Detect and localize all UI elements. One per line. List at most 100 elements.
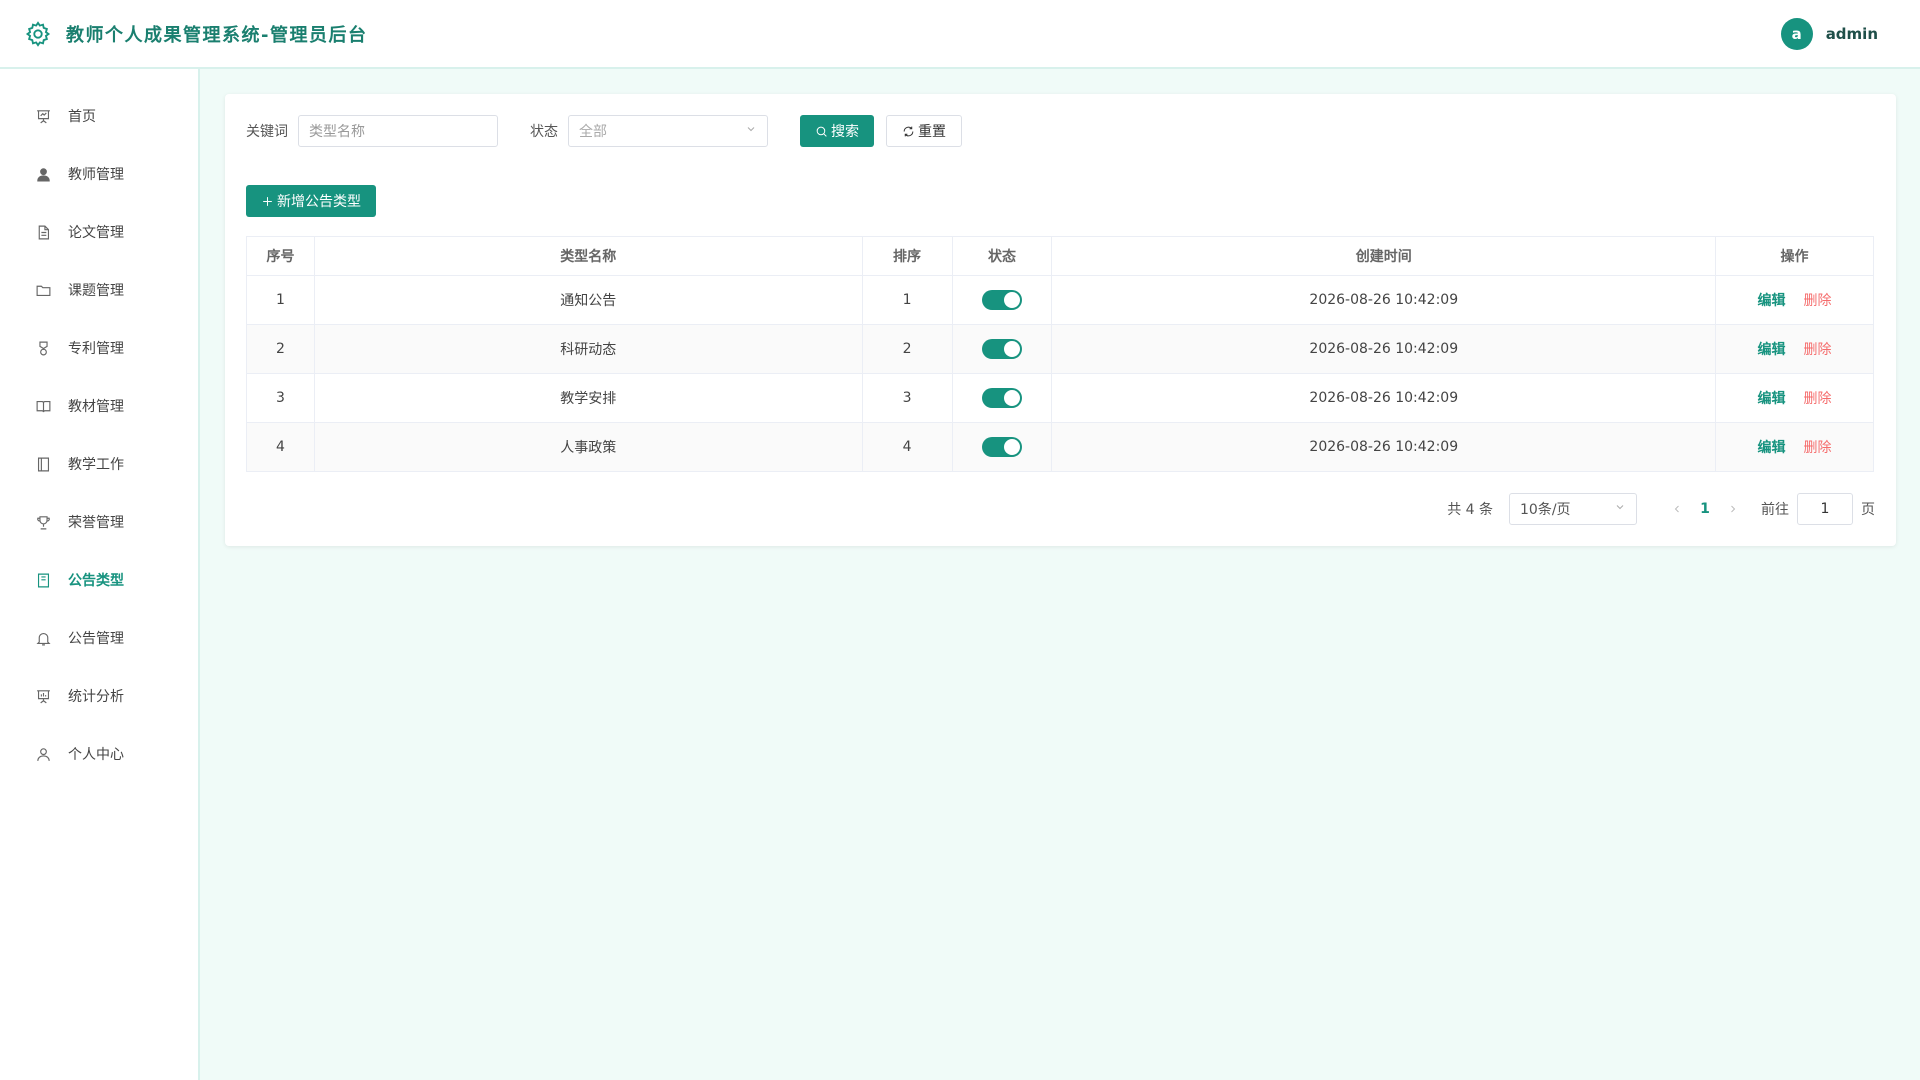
- search-button-label: 搜索: [831, 124, 859, 140]
- content-card: 关键词 类型名称 状态 全部 搜索 重置 新增公告类型 序号 类型名称 排序 状…: [225, 94, 1896, 546]
- bell-icon: [35, 630, 52, 647]
- cell-created: 2026-08-26 10:42:09: [1051, 422, 1717, 472]
- sidebar-item-label: 教师管理: [68, 167, 124, 183]
- sidebar-item-teaching[interactable]: 教学工作: [0, 435, 198, 493]
- delete-button[interactable]: 删除: [1804, 440, 1832, 456]
- cell-status: [951, 422, 1053, 472]
- refresh-icon: [903, 126, 914, 136]
- sidebar-item-label: 公告管理: [68, 631, 124, 647]
- sidebar-item-home[interactable]: 首页: [0, 87, 198, 145]
- next-page-button[interactable]: [1719, 503, 1747, 515]
- table-header-row: 序号 类型名称 排序 状态 创建时间 操作: [246, 236, 1874, 276]
- table-row: 4 人事政策 4 2026-08-26 10:42:09 编辑 删除: [246, 422, 1874, 472]
- page-size-value: 10条/页: [1520, 502, 1571, 518]
- status-toggle[interactable]: [981, 290, 1022, 310]
- cell-actions: 编辑 删除: [1715, 324, 1874, 374]
- sidebar-item-notices[interactable]: 公告管理: [0, 609, 198, 667]
- edit-button[interactable]: 编辑: [1758, 440, 1786, 456]
- search-button[interactable]: 搜索: [800, 115, 874, 147]
- cell-created: 2026-08-26 10:42:09: [1051, 373, 1717, 423]
- cell-created: 2026-08-26 10:42:09: [1051, 324, 1717, 374]
- sidebar-item-label: 论文管理: [68, 225, 124, 241]
- plus-icon: [263, 196, 272, 206]
- notice-type-table: 序号 类型名称 排序 状态 创建时间 操作 1 通知公告 1 2026-08-2…: [246, 236, 1874, 472]
- sidebar-item-label: 统计分析: [68, 689, 124, 705]
- page-number[interactable]: 1: [1691, 501, 1719, 517]
- status-toggle[interactable]: [981, 437, 1022, 457]
- delete-button[interactable]: 删除: [1804, 293, 1832, 309]
- edit-button[interactable]: 编辑: [1758, 391, 1786, 407]
- edit-button[interactable]: 编辑: [1758, 342, 1786, 358]
- table-row: 2 科研动态 2 2026-08-26 10:42:09 编辑 删除: [246, 324, 1874, 374]
- delete-button[interactable]: 删除: [1804, 342, 1832, 358]
- cell-name: 科研动态: [313, 324, 863, 374]
- cell-status: [951, 275, 1053, 325]
- sidebar-item-label: 专利管理: [68, 341, 124, 357]
- keyword-label: 关键词: [246, 124, 288, 140]
- column-header: 类型名称: [313, 236, 863, 276]
- cell-actions: 编辑 删除: [1715, 422, 1874, 472]
- sidebar-item-projects[interactable]: 课题管理: [0, 261, 198, 319]
- cell-index: 2: [246, 324, 315, 374]
- sidebar: 首页 教师管理 论文管理 课题管理 专利管理 教材管理 教学工作 荣誉管理 公告…: [0, 69, 200, 1080]
- cell-status: [951, 324, 1053, 374]
- delete-button[interactable]: 删除: [1804, 391, 1832, 407]
- trophy-icon: [35, 514, 52, 531]
- table-row: 1 通知公告 1 2026-08-26 10:42:09 编辑 删除: [246, 275, 1874, 325]
- cell-sort: 2: [861, 324, 953, 374]
- app-title: 教师个人成果管理系统-管理员后台: [66, 24, 368, 46]
- gear-icon: [24, 20, 52, 48]
- sidebar-item-papers[interactable]: 论文管理: [0, 203, 198, 261]
- status-toggle[interactable]: [981, 388, 1022, 408]
- sidebar-item-textbooks[interactable]: 教材管理: [0, 377, 198, 435]
- cell-name: 人事政策: [313, 422, 863, 472]
- sidebar-item-patents[interactable]: 专利管理: [0, 319, 198, 377]
- username[interactable]: admin: [1826, 25, 1878, 43]
- keyword-input[interactable]: 类型名称: [298, 115, 498, 147]
- sidebar-item-label: 公告类型: [68, 573, 124, 589]
- sidebar-item-label: 个人中心: [68, 747, 124, 763]
- brand: 教师个人成果管理系统-管理员后台: [24, 20, 367, 48]
- user-menu[interactable]: a admin: [1780, 17, 1896, 50]
- add-notice-type-button[interactable]: 新增公告类型: [246, 185, 376, 217]
- page-suffix: 页: [1861, 502, 1875, 518]
- pagination-total: 共 4 条: [1447, 502, 1493, 518]
- sidebar-item-teachers[interactable]: 教师管理: [0, 145, 198, 203]
- sidebar-item-honors[interactable]: 荣誉管理: [0, 493, 198, 551]
- goto-page-input[interactable]: 1: [1797, 493, 1853, 525]
- reset-button-label: 重置: [918, 124, 946, 140]
- column-header: 序号: [246, 236, 315, 276]
- cell-index: 4: [246, 422, 315, 472]
- cell-status: [951, 373, 1053, 423]
- sidebar-item-statistics[interactable]: 统计分析: [0, 667, 198, 725]
- pagination: 共 4 条 10条/页 1 前往 1 页: [1447, 493, 1875, 525]
- folder-icon: [35, 282, 52, 299]
- user-filled-icon: [35, 166, 52, 183]
- sidebar-item-label: 教学工作: [68, 457, 124, 473]
- prev-page-button[interactable]: [1663, 503, 1691, 515]
- avatar[interactable]: a: [1780, 17, 1813, 50]
- edit-button[interactable]: 编辑: [1758, 293, 1786, 309]
- filter-bar: 关键词 类型名称 状态 全部 搜索 重置: [246, 115, 962, 147]
- sidebar-item-profile[interactable]: 个人中心: [0, 725, 198, 783]
- cell-actions: 编辑 删除: [1715, 275, 1874, 325]
- column-header: 操作: [1715, 236, 1874, 276]
- status-toggle[interactable]: [981, 339, 1022, 359]
- goto-label: 前往: [1761, 502, 1789, 518]
- chevron-down-icon: [1614, 501, 1626, 517]
- add-button-label: 新增公告类型: [277, 194, 361, 210]
- reset-button[interactable]: 重置: [886, 115, 962, 147]
- column-header: 排序: [861, 236, 953, 276]
- status-select[interactable]: 全部: [568, 115, 768, 147]
- document-icon: [35, 224, 52, 241]
- chevron-left-icon: [1674, 505, 1679, 513]
- cell-index: 3: [246, 373, 315, 423]
- notebook-icon: [35, 456, 52, 473]
- sidebar-item-notice-types[interactable]: 公告类型: [0, 551, 198, 609]
- sidebar-item-label: 荣誉管理: [68, 515, 124, 531]
- cell-index: 1: [246, 275, 315, 325]
- cell-sort: 3: [861, 373, 953, 423]
- page-size-select[interactable]: 10条/页: [1509, 493, 1637, 525]
- column-header: 状态: [951, 236, 1053, 276]
- sidebar-item-label: 首页: [68, 109, 96, 125]
